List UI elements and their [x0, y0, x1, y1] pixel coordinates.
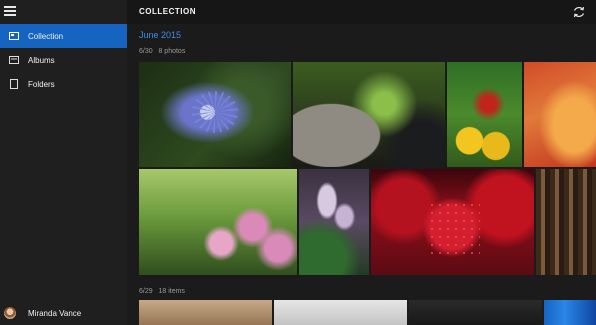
collection-content: June 2015 6/30 8 photos 6/29 18 items — [127, 24, 596, 325]
sync-icon[interactable] — [572, 5, 586, 19]
group-date: 6/30 — [139, 48, 153, 55]
photo-thumbnail[interactable] — [299, 169, 369, 275]
user-account[interactable]: Miranda Vance — [0, 301, 127, 325]
group-date: 6/29 — [139, 288, 153, 295]
group-count: 8 photos — [158, 48, 186, 55]
photo-thumbnail[interactable] — [139, 62, 291, 167]
sidebar: Collection Albums Folders Miranda Vance — [0, 0, 127, 325]
hamburger-menu-icon[interactable] — [4, 6, 16, 16]
month-heading[interactable]: June 2015 — [139, 30, 181, 40]
avatar — [4, 307, 16, 319]
photo-thumbnail[interactable] — [544, 300, 596, 325]
collection-icon — [0, 32, 28, 40]
photo-thumbnail[interactable] — [139, 169, 297, 275]
photo-thumbnail[interactable] — [371, 169, 534, 275]
sidebar-item-folders[interactable]: Folders — [0, 72, 127, 96]
user-name: Miranda Vance — [28, 308, 82, 318]
photo-thumbnail[interactable] — [274, 300, 407, 325]
group-meta: 6/29 18 items — [139, 288, 185, 295]
albums-icon — [0, 56, 28, 64]
photo-thumbnail[interactable] — [409, 300, 542, 325]
sidebar-item-label: Collection — [28, 31, 64, 41]
folder-icon — [0, 79, 28, 89]
sidebar-item-albums[interactable]: Albums — [0, 48, 127, 72]
nav-list: Collection Albums Folders — [0, 24, 127, 96]
sidebar-item-label: Folders — [28, 79, 55, 89]
photo-thumbnail[interactable] — [293, 62, 445, 167]
page-title: COLLECTION — [139, 7, 196, 16]
photo-thumbnail[interactable] — [524, 62, 596, 167]
photo-thumbnail[interactable] — [536, 169, 596, 275]
sidebar-item-label: Albums — [28, 55, 55, 65]
top-bar: COLLECTION — [127, 0, 596, 24]
sidebar-item-collection[interactable]: Collection — [0, 24, 127, 48]
group-meta: 6/30 8 photos — [139, 48, 185, 55]
photo-thumbnail[interactable] — [447, 62, 522, 167]
group-count: 18 items — [158, 288, 185, 295]
photo-thumbnail[interactable] — [139, 300, 272, 325]
